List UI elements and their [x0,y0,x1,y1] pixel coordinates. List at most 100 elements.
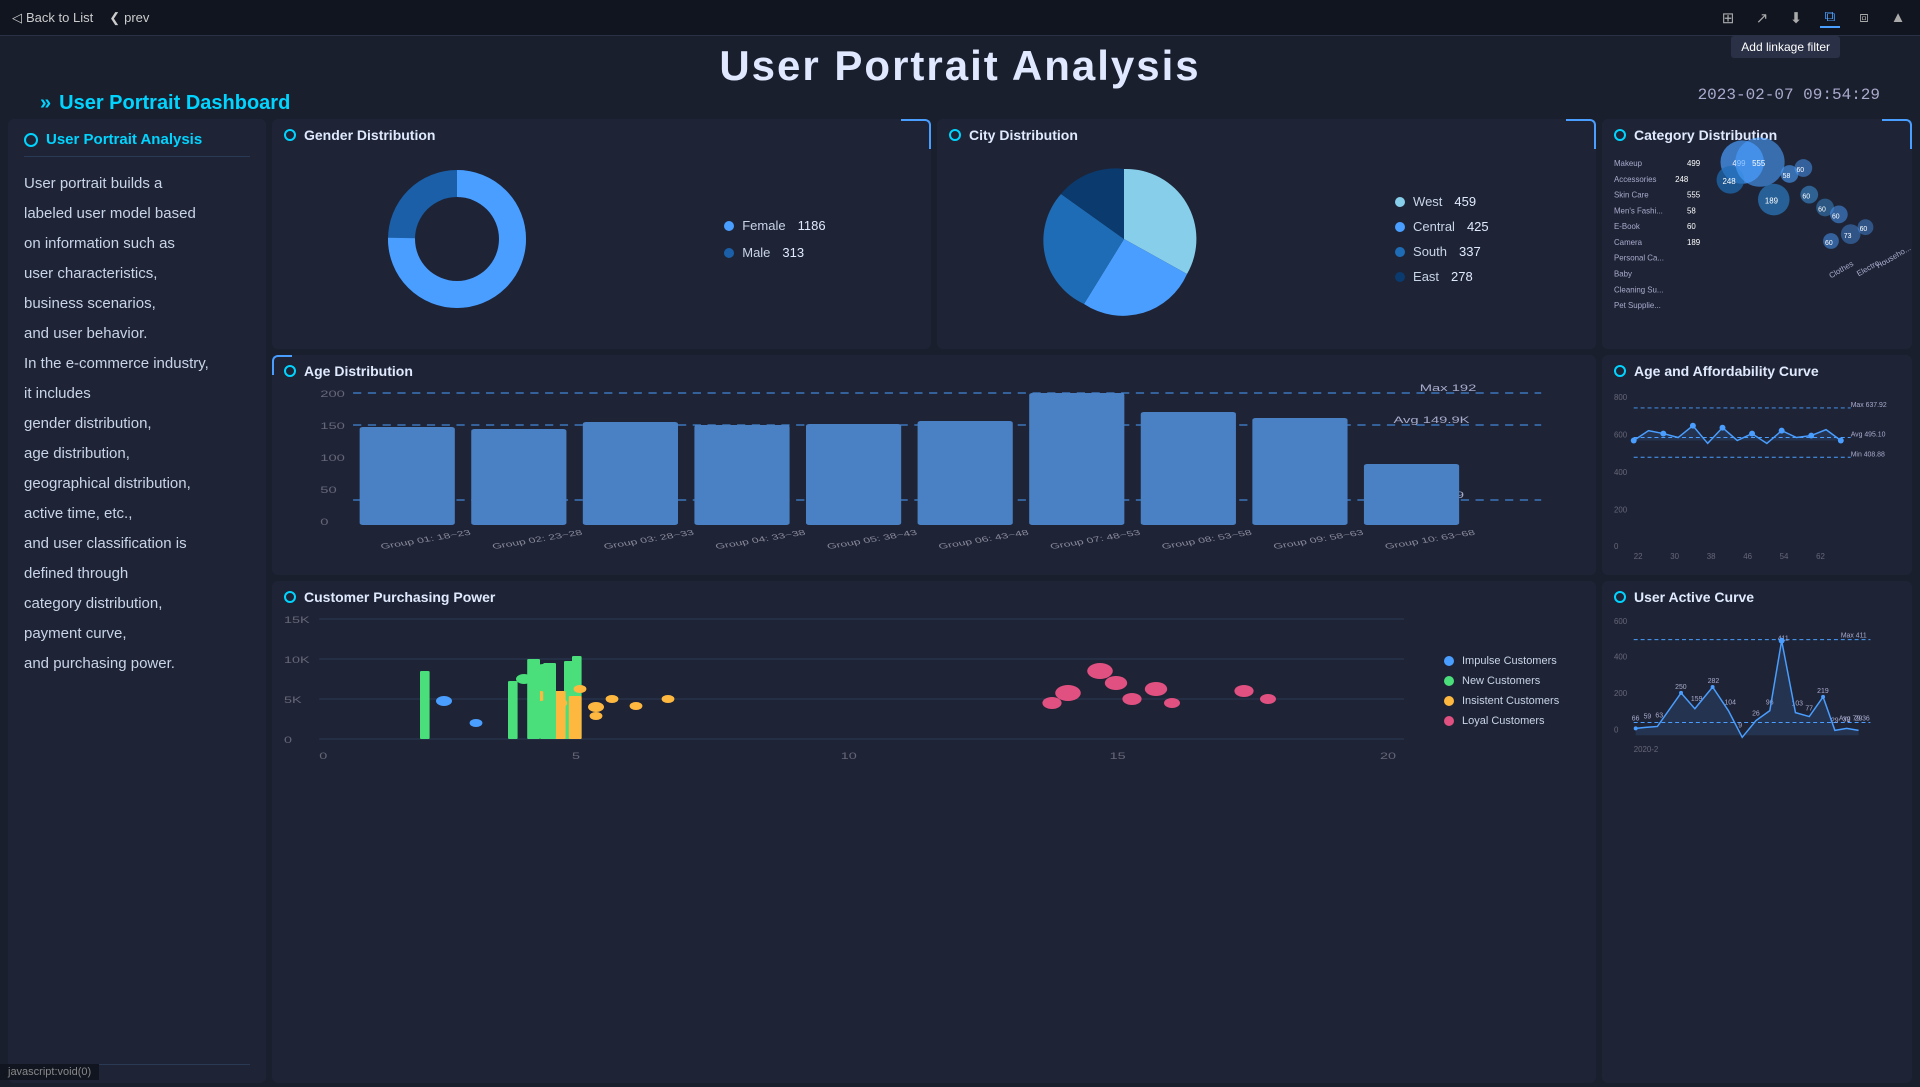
svg-text:248: 248 [1675,175,1689,184]
active-curve-title-icon [1614,591,1626,603]
male-value: 313 [782,245,804,260]
svg-text:Cleaning Su...: Cleaning Su... [1614,285,1663,294]
svg-text:Clothes: Clothes [1827,259,1855,280]
copy-icon[interactable]: ⧈ [1854,8,1874,28]
corner-accent-category [1882,119,1912,149]
left-panel-title: User Portrait Analysis [24,131,250,157]
svg-text:189: 189 [1687,238,1700,247]
svg-text:Group 05: 38~43: Group 05: 38~43 [826,529,919,552]
top-nav: ◁ Back to List ❮ prev ⊞ ↗ ⬇ ⧉ ⧈ ▲ Add li… [0,0,1920,36]
svg-text:15K: 15K [284,615,310,625]
top-row: Gender Distribution [272,119,1596,349]
city-title-icon [949,129,961,141]
category-chart-box: Category Distribution Makeup Accessories… [1602,119,1912,349]
share-icon[interactable]: ↗ [1752,8,1772,28]
left-panel-title-text: User Portrait Analysis [46,131,202,148]
svg-text:Pet Supplie...: Pet Supplie... [1614,301,1661,310]
svg-text:30: 30 [1670,552,1679,561]
svg-text:0: 0 [320,517,328,527]
gender-title-text: Gender Distribution [304,127,435,143]
city-legend-south: South 337 [1395,244,1489,259]
svg-text:5K: 5K [284,695,302,705]
svg-text:10K: 10K [284,655,310,665]
new-label: New Customers [1462,675,1540,687]
svg-text:Max 637.92: Max 637.92 [1851,402,1887,409]
svg-text:0: 0 [319,751,327,761]
svg-text:Group 10: 63~68: Group 10: 63~68 [1384,529,1477,552]
svg-text:46: 46 [1743,552,1752,561]
download-icon[interactable]: ⬇ [1786,8,1806,28]
svg-text:555: 555 [1687,191,1701,200]
description-text: User portrait builds a labeled user mode… [24,169,250,679]
loyal-dot [1444,716,1454,726]
age-chart-title: Age Distribution [284,363,1584,379]
purchasing-title-icon [284,591,296,603]
female-label: Female [742,218,785,233]
center-panel: Gender Distribution [272,119,1596,1083]
svg-text:58: 58 [1783,173,1791,180]
svg-text:60: 60 [1825,240,1833,247]
linkage-tooltip: Add linkage filter [1731,36,1840,58]
dashboard-subtitle: » User Portrait Dashboard [0,90,1920,115]
chevron-up-icon[interactable]: ▲ [1888,8,1908,28]
corner-accent-gender [901,119,931,149]
svg-text:26: 26 [1752,711,1760,718]
new-legend: New Customers [1444,675,1576,687]
affordability-title-text: Age and Affordability Curve [1634,363,1819,379]
svg-text:150: 150 [320,421,345,431]
svg-text:22: 22 [1634,552,1643,561]
svg-text:219: 219 [1817,688,1829,695]
prev-label: prev [124,10,149,25]
gender-chart-box: Gender Distribution [272,119,931,349]
svg-text:248: 248 [1722,177,1736,186]
back-to-list-button[interactable]: ◁ Back to List [12,10,93,26]
corner-accent-city [1566,119,1596,149]
prev-button[interactable]: ❮ prev [109,10,149,26]
svg-text:282: 282 [1708,678,1720,685]
active-curve-title-text: User Active Curve [1634,589,1754,605]
gender-donut [377,159,537,319]
svg-text:555: 555 [1752,159,1766,168]
svg-text:600: 600 [1614,431,1628,440]
svg-text:Min 408.88: Min 408.88 [1851,451,1885,458]
svg-text:200: 200 [1614,505,1628,514]
svg-text:Group 01: 18~23: Group 01: 18~23 [379,529,472,552]
svg-text:Group 09: 58~63: Group 09: 58~63 [1272,529,1365,552]
gender-legend: Female 1186 Male 313 [724,218,825,260]
purchasing-chart-title: Customer Purchasing Power [284,589,1584,605]
svg-text:0: 0 [1614,542,1619,551]
south-dot [1395,247,1405,257]
svg-text:Men's Fashi...: Men's Fashi... [1614,206,1663,215]
open-icon[interactable]: ⊞ [1718,8,1738,28]
purchasing-content: 15K 10K 5K 0 0 5 10 15 20 [284,611,1584,771]
main-header: User Portrait Analysis » User Portrait D… [0,36,1920,115]
male-dot [724,248,734,258]
filter-icon[interactable]: ⧉ [1820,8,1840,28]
category-title-icon [1614,129,1626,141]
svg-text:800: 800 [1614,393,1628,402]
left-panel: User Portrait Analysis User portrait bui… [8,119,266,1083]
city-legend: West 459 Central 425 South 337 [1395,194,1489,284]
svg-text:60: 60 [1802,194,1810,201]
central-value: 425 [1467,219,1489,234]
svg-text:Avg 149.9K: Avg 149.9K [1393,415,1470,425]
svg-text:Group 07: 48~53: Group 07: 48~53 [1049,529,1142,552]
impulse-label: Impulse Customers [1462,655,1557,667]
svg-text:Skin Care: Skin Care [1614,191,1649,200]
svg-text:Accessories: Accessories [1614,175,1657,184]
right-panel: Category Distribution Makeup Accessories… [1602,119,1912,1083]
svg-text:Group 02: 23~28: Group 02: 23~28 [491,529,584,552]
nav-left: ◁ Back to List ❮ prev [12,10,149,26]
central-label: Central [1413,219,1455,234]
affordability-chart-title: Age and Affordability Curve [1614,363,1900,379]
svg-text:Group 04: 33~38: Group 04: 33~38 [714,529,807,552]
svg-text:60: 60 [1796,167,1804,174]
east-label: East [1413,269,1439,284]
svg-text:60: 60 [1860,226,1868,233]
affordability-svg: 800 600 400 200 0 Max 637.92 Avg 495.10 … [1614,385,1900,565]
gender-chart-content: Female 1186 Male 313 [284,149,919,329]
loyal-legend: Loyal Customers [1444,715,1576,727]
purchasing-title-text: Customer Purchasing Power [304,589,495,605]
central-dot [1395,222,1405,232]
category-chart-content: Makeup Accessories Skin Care Men's Fashi… [1614,149,1900,334]
